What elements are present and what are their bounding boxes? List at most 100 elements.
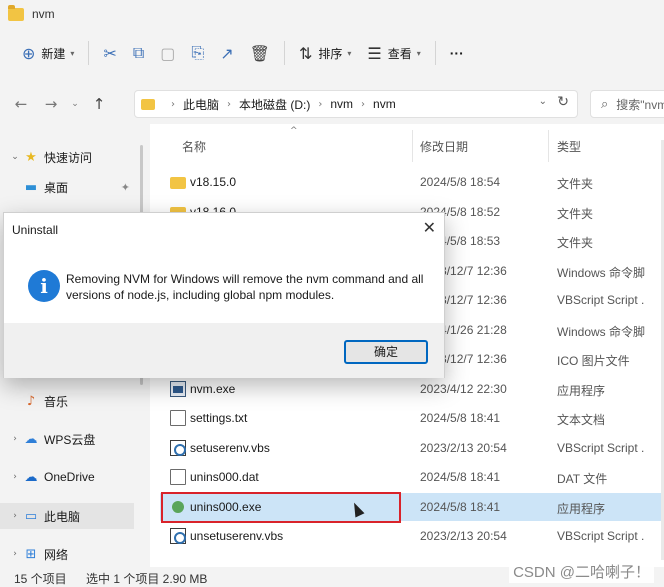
column-divider[interactable] bbox=[548, 130, 549, 162]
more-options-button[interactable]: ··· bbox=[442, 38, 472, 68]
cut-button[interactable]: ✂ bbox=[95, 38, 124, 68]
breadcrumb-nvm[interactable]: nvm bbox=[330, 97, 353, 111]
item-count: 15 个项目 bbox=[14, 572, 67, 586]
toolbar-divider bbox=[88, 41, 90, 65]
trash-icon: 🗑 bbox=[249, 43, 270, 63]
sidebar-item-music[interactable]: ♪ 音乐 bbox=[22, 388, 134, 414]
column-header-name[interactable]: 名称 bbox=[182, 138, 206, 155]
column-header-type[interactable]: 类型 bbox=[557, 138, 581, 155]
column-header-date[interactable]: 修改日期 bbox=[420, 138, 468, 155]
file-date: 2024/5/8 18:41 bbox=[420, 500, 501, 514]
network-icon: ⊞ bbox=[25, 546, 37, 562]
pin-icon[interactable]: ✦ bbox=[121, 181, 130, 194]
file-type: 应用程序 bbox=[557, 384, 606, 398]
sidebar-item-onedrive[interactable]: › ☁ OneDrive bbox=[8, 464, 142, 490]
chevron-down-icon: ⌄ bbox=[11, 152, 19, 162]
file-type: 文本文档 bbox=[557, 413, 606, 427]
uninstall-dialog: Uninstall ✕ i Removing NVM for Windows w… bbox=[3, 212, 445, 378]
delete-button[interactable]: 🗑 bbox=[242, 38, 278, 68]
sidebar-item-label: 此电脑 bbox=[44, 509, 81, 524]
file-row[interactable]: settings.txt 2024/5/8 18:41 文本文档 bbox=[160, 404, 664, 432]
sidebar-item-label: 桌面 bbox=[44, 180, 69, 195]
toolbar-divider bbox=[283, 41, 285, 65]
rename-button[interactable]: ⎘ bbox=[183, 38, 212, 68]
share-button[interactable]: ↗ bbox=[212, 38, 241, 68]
exe-icon bbox=[170, 381, 186, 397]
cloud-icon: ☁ bbox=[24, 431, 38, 447]
new-label: 新建 bbox=[41, 46, 66, 61]
onedrive-icon: ☁ bbox=[24, 469, 38, 485]
star-icon: ★ bbox=[25, 149, 37, 165]
file-date: 2023/2/13 20:54 bbox=[420, 529, 507, 543]
toolbar-divider bbox=[434, 41, 436, 65]
new-button[interactable]: ⊕ 新建 ▾ bbox=[14, 38, 82, 68]
watermark: CSDN @二哈喇子！ bbox=[509, 560, 654, 583]
navigation-bar: ← → ⌄ ↑ › 此电脑 › 本地磁盘 (D:) › nvm › nvm ⌄ … bbox=[0, 86, 664, 122]
window-title: nvm bbox=[32, 7, 55, 21]
rename-icon: ⎘ bbox=[191, 43, 205, 62]
back-arrow-icon[interactable]: ← bbox=[6, 95, 36, 113]
file-type: 文件夹 bbox=[557, 177, 594, 191]
vbs-icon bbox=[170, 440, 186, 456]
file-type: VBScript Script . bbox=[557, 441, 645, 455]
sidebar-item-wps-cloud[interactable]: › ☁ WPS云盘 bbox=[8, 426, 142, 452]
search-icon: ⌕ bbox=[601, 96, 609, 112]
file-row[interactable]: unsetuserenv.vbs 2023/2/13 20:54 VBScrip… bbox=[160, 522, 664, 550]
file-date: 2024/5/8 18:41 bbox=[420, 470, 501, 484]
refresh-icon[interactable]: ↻ bbox=[557, 94, 569, 110]
file-row[interactable]: setuserenv.vbs 2023/2/13 20:54 VBScript … bbox=[160, 434, 664, 462]
vbs-icon bbox=[170, 528, 186, 544]
chevron-right-icon: › bbox=[227, 98, 232, 110]
chevron-down-icon: ▾ bbox=[70, 48, 75, 58]
forward-arrow-icon[interactable]: → bbox=[36, 95, 66, 113]
computer-icon: ▭ bbox=[24, 508, 38, 524]
chevron-right-icon: › bbox=[13, 549, 17, 559]
file-type: 文件夹 bbox=[557, 207, 594, 221]
breadcrumb-this-pc[interactable]: 此电脑 bbox=[183, 96, 219, 113]
file-row[interactable]: unins000.dat 2024/5/8 18:41 DAT 文件 bbox=[160, 463, 664, 491]
title-bar: nvm bbox=[0, 0, 664, 28]
search-input[interactable]: ⌕ 搜索"nvm" bbox=[590, 90, 664, 118]
paste-button[interactable]: ▢ bbox=[152, 38, 183, 68]
folder-icon bbox=[141, 98, 155, 110]
text-file-icon bbox=[170, 410, 186, 426]
file-name: v18.15.0 bbox=[190, 175, 237, 189]
breadcrumb-nvm-current[interactable]: nvm bbox=[373, 97, 396, 111]
file-row[interactable]: v18.15.0 2024/5/8 18:54 文件夹 bbox=[160, 168, 664, 196]
sidebar-item-desktop[interactable]: ▬ 桌面 ✦ bbox=[22, 174, 134, 200]
sidebar-item-this-pc[interactable]: › ▭ 此电脑 bbox=[0, 503, 134, 529]
column-divider[interactable] bbox=[412, 130, 413, 162]
file-type: ICO 图片文件 bbox=[557, 354, 630, 368]
sort-ascending-icon: ^ bbox=[290, 126, 298, 136]
dialog-title: Uninstall bbox=[12, 223, 59, 237]
chevron-right-icon: › bbox=[13, 472, 17, 482]
file-type: Windows 命令脚 bbox=[557, 266, 646, 280]
copy-button[interactable]: ⧉ bbox=[125, 38, 152, 68]
close-icon[interactable]: ✕ bbox=[423, 218, 436, 237]
breadcrumb-drive-d[interactable]: 本地磁盘 (D:) bbox=[239, 96, 310, 113]
share-icon: ↗ bbox=[220, 43, 234, 63]
sidebar-item-label: OneDrive bbox=[44, 470, 95, 484]
sidebar-item-network[interactable]: › ⊞ 网络 bbox=[8, 541, 142, 567]
chevron-right-icon: › bbox=[13, 511, 17, 521]
sort-button[interactable]: ⇅ 排序 ▾ bbox=[291, 38, 359, 68]
command-bar: ⊕ 新建 ▾ ✂ ⧉ ▢ ⎘ ↗ 🗑 ⇅ 排序 ▾ ☰ 查看 ▾ ··· bbox=[0, 32, 664, 74]
sort-label: 排序 bbox=[318, 46, 343, 61]
highlight-box bbox=[161, 492, 401, 523]
dialog-footer: 确定 bbox=[4, 323, 444, 378]
file-name: settings.txt bbox=[190, 411, 248, 425]
address-dropdown-icon[interactable]: ⌄ bbox=[539, 96, 547, 107]
file-type: Windows 命令脚 bbox=[557, 325, 646, 339]
sidebar-item-quick-access[interactable]: ⌄ ★ 快速访问 bbox=[8, 144, 142, 170]
sidebar-item-label: 快速访问 bbox=[44, 150, 93, 165]
file-name: unsetuserenv.vbs bbox=[190, 529, 284, 543]
recent-chevron-icon[interactable]: ⌄ bbox=[66, 99, 84, 109]
column-header-row: ^ 名称 修改日期 类型 bbox=[150, 124, 664, 166]
up-arrow-icon[interactable]: ↑ bbox=[84, 95, 114, 113]
file-row[interactable]: nvm.exe 2023/4/12 22:30 应用程序 bbox=[160, 375, 664, 403]
ok-button[interactable]: 确定 bbox=[344, 340, 428, 364]
address-bar[interactable]: › 此电脑 › 本地磁盘 (D:) › nvm › nvm ⌄ ↻ bbox=[134, 90, 578, 118]
sort-icon: ⇅ bbox=[298, 43, 313, 63]
selection-info: 选中 1 个项目 2.90 MB bbox=[86, 572, 208, 586]
view-button[interactable]: ☰ 查看 ▾ bbox=[359, 38, 428, 68]
